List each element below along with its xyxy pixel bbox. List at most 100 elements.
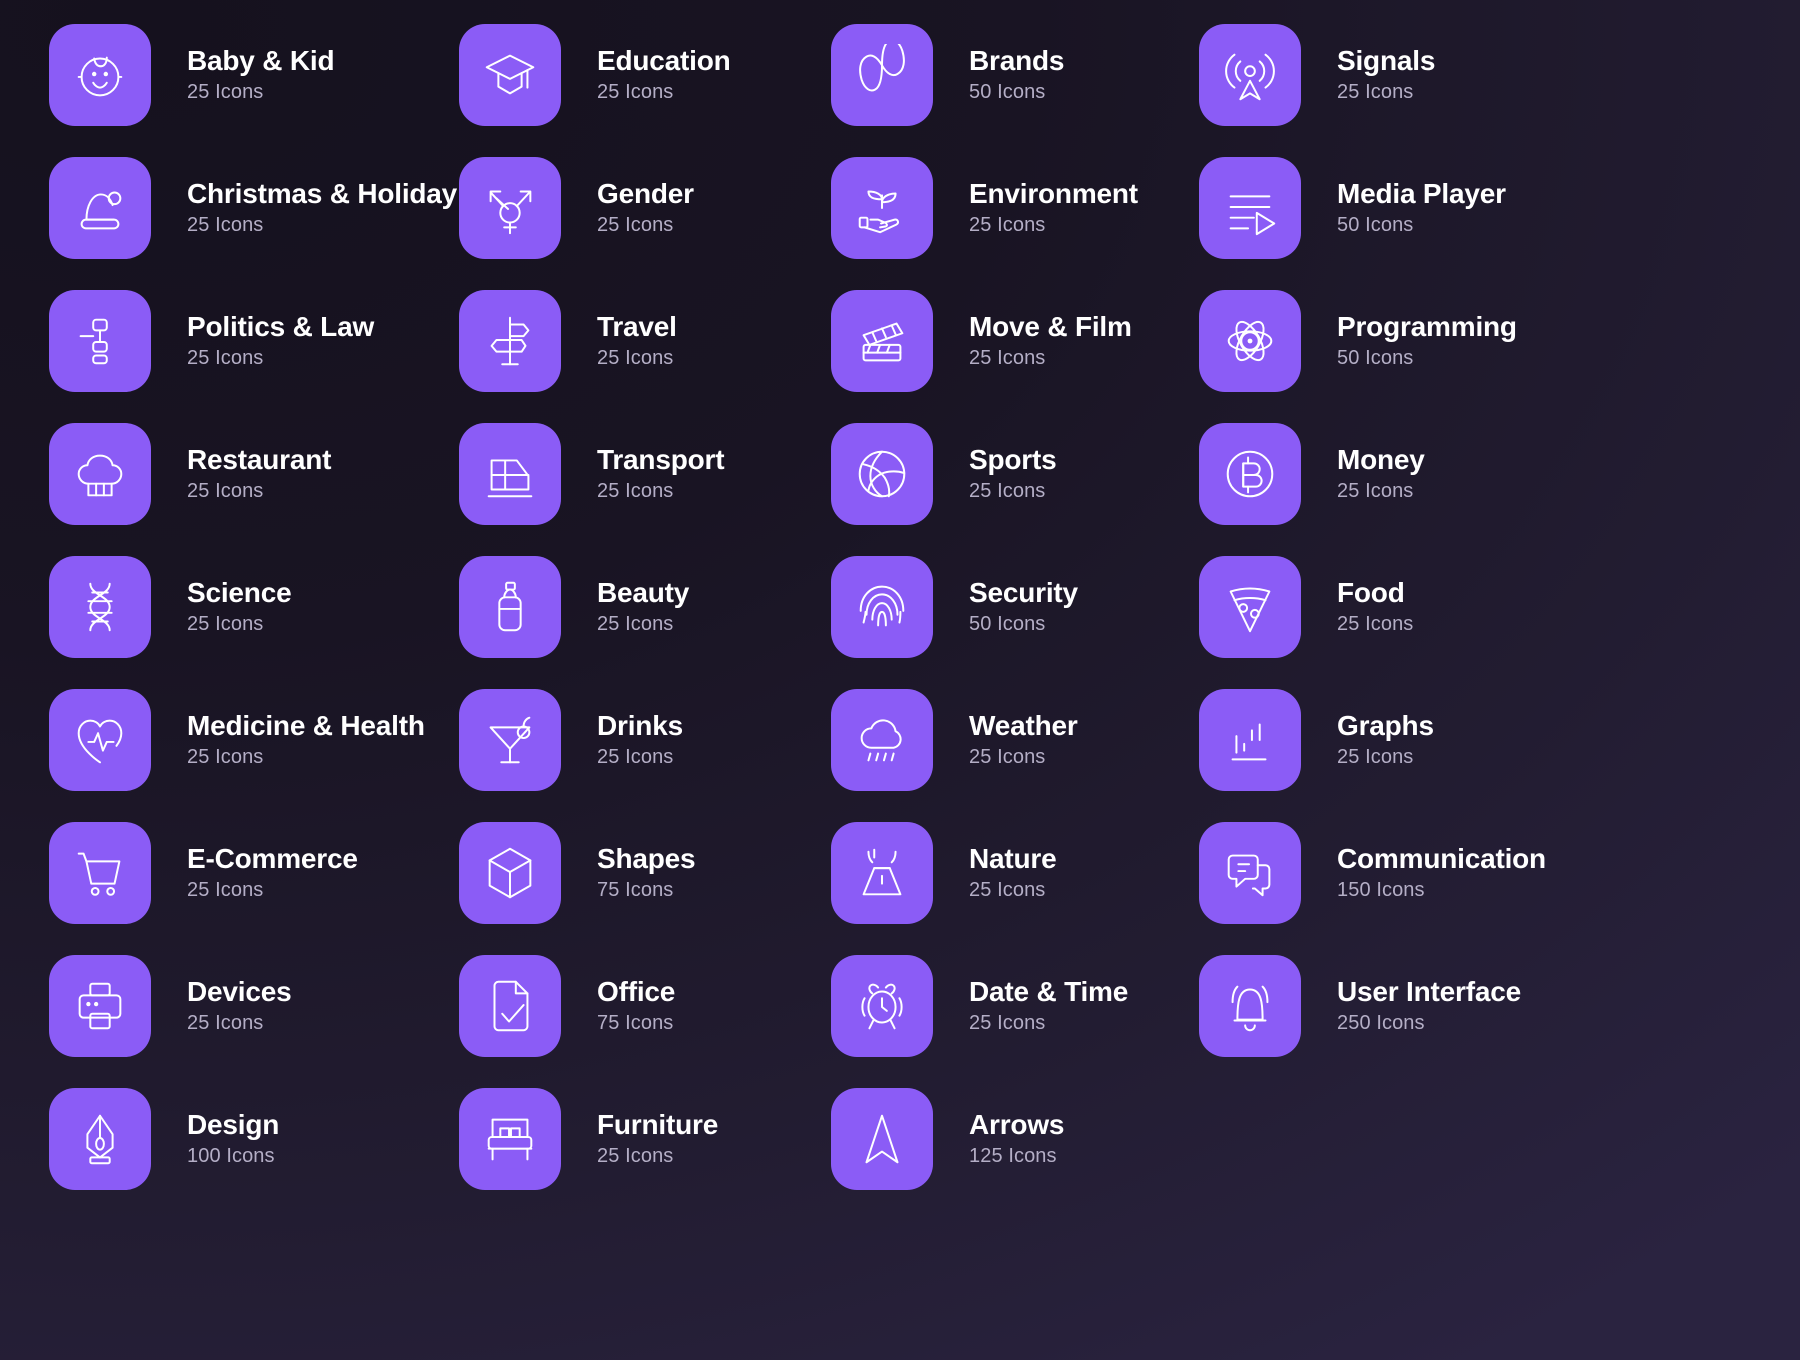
category-item-environment[interactable]: Environment 25 Icons bbox=[831, 141, 1199, 274]
category-count: 25 Icons bbox=[187, 81, 264, 104]
category-count: 50 Icons bbox=[969, 81, 1046, 104]
category-count: 25 Icons bbox=[187, 746, 264, 769]
category-item-move-film[interactable]: Move & Film 25 Icons bbox=[831, 274, 1199, 407]
category-title: Security bbox=[969, 576, 1078, 608]
category-meta: Communication 150 Icons bbox=[1337, 843, 1546, 902]
printer-icon[interactable] bbox=[49, 954, 151, 1057]
category-count: 100 Icons bbox=[187, 1145, 275, 1168]
category-title: Christmas & Holiday bbox=[187, 177, 458, 209]
category-item-beauty[interactable]: Beauty 25 Icons bbox=[459, 540, 831, 673]
graduation-cap-icon[interactable] bbox=[459, 23, 561, 126]
bitcoin-coin-icon[interactable] bbox=[1199, 422, 1301, 525]
category-item-christmas-holiday[interactable]: Christmas & Holiday 25 Icons bbox=[49, 141, 459, 274]
category-item-science[interactable]: Science 25 Icons bbox=[49, 540, 459, 673]
train-icon[interactable] bbox=[459, 422, 561, 525]
baby-face-icon[interactable] bbox=[49, 23, 151, 126]
category-item-programming[interactable]: Programming 50 Icons bbox=[1199, 274, 1800, 407]
category-meta: E-Commerce 25 Icons bbox=[187, 843, 358, 902]
shopping-cart-icon[interactable] bbox=[49, 821, 151, 924]
chat-bubbles-icon[interactable] bbox=[1199, 821, 1301, 924]
lotion-bottle-icon[interactable] bbox=[459, 555, 561, 658]
navigation-arrow-icon[interactable] bbox=[831, 1087, 933, 1190]
category-meta: Date & Time 25 Icons bbox=[969, 976, 1128, 1035]
category-meta: Arrows 125 Icons bbox=[969, 1109, 1064, 1168]
signpost-icon[interactable] bbox=[459, 289, 561, 392]
category-item-food[interactable]: Food 25 Icons bbox=[1199, 540, 1800, 673]
category-item-gender[interactable]: Gender 25 Icons bbox=[459, 141, 831, 274]
rain-cloud-icon[interactable] bbox=[831, 688, 933, 791]
sprout-hand-icon[interactable] bbox=[831, 156, 933, 259]
category-count: 25 Icons bbox=[969, 1012, 1046, 1035]
category-item-sports[interactable]: Sports 25 Icons bbox=[831, 407, 1199, 540]
category-item-arrows[interactable]: Arrows 125 Icons bbox=[831, 1072, 1199, 1205]
volleyball-icon[interactable] bbox=[831, 422, 933, 525]
category-item-design[interactable]: Design 100 Icons bbox=[49, 1072, 459, 1205]
category-meta: Programming 50 Icons bbox=[1337, 311, 1517, 370]
category-item-education[interactable]: Education 25 Icons bbox=[459, 8, 831, 141]
category-item-furniture[interactable]: Furniture 25 Icons bbox=[459, 1072, 831, 1205]
category-item-nature[interactable]: Nature 25 Icons bbox=[831, 806, 1199, 939]
category-item-media-player[interactable]: Media Player 50 Icons bbox=[1199, 141, 1800, 274]
category-meta: Medicine & Health 25 Icons bbox=[187, 710, 425, 769]
fingerprint-icon[interactable] bbox=[831, 555, 933, 658]
category-item-signals[interactable]: Signals 25 Icons bbox=[1199, 8, 1800, 141]
bell-ring-icon[interactable] bbox=[1199, 954, 1301, 1057]
signal-broadcast-icon[interactable] bbox=[1199, 23, 1301, 126]
category-title: Gender bbox=[597, 177, 694, 209]
clapperboard-icon[interactable] bbox=[831, 289, 933, 392]
alarm-clock-icon[interactable] bbox=[831, 954, 933, 1057]
category-item-shapes[interactable]: Shapes 75 Icons bbox=[459, 806, 831, 939]
category-count: 25 Icons bbox=[187, 1012, 264, 1035]
bar-chart-icon[interactable] bbox=[1199, 688, 1301, 791]
category-item-brands[interactable]: Brands 50 Icons bbox=[831, 8, 1199, 141]
atom-icon[interactable] bbox=[1199, 289, 1301, 392]
category-count: 150 Icons bbox=[1337, 879, 1425, 902]
category-item-e-commerce[interactable]: E-Commerce 25 Icons bbox=[49, 806, 459, 939]
category-count: 25 Icons bbox=[1337, 81, 1414, 104]
category-title: Nature bbox=[969, 842, 1057, 874]
category-item-politics-law[interactable]: Politics & Law 25 Icons bbox=[49, 274, 459, 407]
category-count: 50 Icons bbox=[1337, 214, 1414, 237]
category-meta: Environment 25 Icons bbox=[969, 178, 1138, 237]
category-item-graphs[interactable]: Graphs 25 Icons bbox=[1199, 673, 1800, 806]
category-item-baby-kid[interactable]: Baby & Kid 25 Icons bbox=[49, 8, 459, 141]
document-check-icon[interactable] bbox=[459, 954, 561, 1057]
gavel-icon[interactable] bbox=[49, 289, 151, 392]
bed-icon[interactable] bbox=[459, 1087, 561, 1190]
pen-nib-icon[interactable] bbox=[49, 1087, 151, 1190]
cube-icon[interactable] bbox=[459, 821, 561, 924]
category-title: Science bbox=[187, 576, 292, 608]
transgender-symbol-icon[interactable] bbox=[459, 156, 561, 259]
category-item-restaurant[interactable]: Restaurant 25 Icons bbox=[49, 407, 459, 540]
category-item-drinks[interactable]: Drinks 25 Icons bbox=[459, 673, 831, 806]
category-count: 25 Icons bbox=[597, 1145, 674, 1168]
category-item-travel[interactable]: Travel 25 Icons bbox=[459, 274, 831, 407]
category-item-security[interactable]: Security 50 Icons bbox=[831, 540, 1199, 673]
category-count: 25 Icons bbox=[969, 347, 1046, 370]
volcano-icon[interactable] bbox=[831, 821, 933, 924]
heart-pulse-icon[interactable] bbox=[49, 688, 151, 791]
pizza-slice-icon[interactable] bbox=[1199, 555, 1301, 658]
category-item-medicine-health[interactable]: Medicine & Health 25 Icons bbox=[49, 673, 459, 806]
category-count: 25 Icons bbox=[597, 613, 674, 636]
category-item-devices[interactable]: Devices 25 Icons bbox=[49, 939, 459, 1072]
infinity-loop-icon[interactable] bbox=[831, 23, 933, 126]
chef-hat-icon[interactable] bbox=[49, 422, 151, 525]
cocktail-glass-icon[interactable] bbox=[459, 688, 561, 791]
category-item-transport[interactable]: Transport 25 Icons bbox=[459, 407, 831, 540]
category-count: 25 Icons bbox=[597, 81, 674, 104]
category-meta: Baby & Kid 25 Icons bbox=[187, 45, 335, 104]
category-count: 25 Icons bbox=[969, 480, 1046, 503]
playlist-play-icon[interactable] bbox=[1199, 156, 1301, 259]
category-item-date-time[interactable]: Date & Time 25 Icons bbox=[831, 939, 1199, 1072]
category-item-office[interactable]: Office 75 Icons bbox=[459, 939, 831, 1072]
category-title: Office bbox=[597, 975, 676, 1007]
category-item-weather[interactable]: Weather 25 Icons bbox=[831, 673, 1199, 806]
category-item-user-interface[interactable]: User Interface 250 Icons bbox=[1199, 939, 1800, 1072]
santa-hat-icon[interactable] bbox=[49, 156, 151, 259]
dna-icon[interactable] bbox=[49, 555, 151, 658]
category-meta: Travel 25 Icons bbox=[597, 311, 677, 370]
category-item-money[interactable]: Money 25 Icons bbox=[1199, 407, 1800, 540]
category-item-communication[interactable]: Communication 150 Icons bbox=[1199, 806, 1800, 939]
category-count: 50 Icons bbox=[1337, 347, 1414, 370]
